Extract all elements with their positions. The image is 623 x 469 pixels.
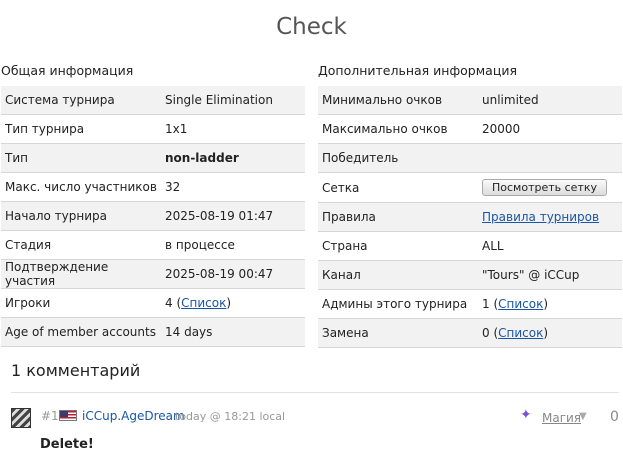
row-value: 32 bbox=[161, 172, 305, 202]
row-key: Канал bbox=[318, 260, 478, 290]
players-list-link[interactable]: Список bbox=[181, 296, 226, 310]
substitutes-count: 0 bbox=[482, 326, 490, 340]
table-row: Минимально очков unlimited bbox=[318, 86, 622, 115]
race-label[interactable]: Магия bbox=[542, 411, 581, 425]
extra-info-heading: Дополнительная информация bbox=[318, 63, 517, 78]
view-bracket-button[interactable]: Посмотреть сетку bbox=[482, 179, 607, 196]
substitutes-list-link[interactable]: Список bbox=[498, 326, 543, 340]
comment-author-link[interactable]: iCCup.AgeDream bbox=[82, 409, 185, 423]
row-key: Age of member accounts bbox=[1, 317, 161, 347]
row-key: Начало турнира bbox=[1, 201, 161, 231]
row-key: Система турнира bbox=[1, 86, 161, 115]
comment-item: #1 iCCup.AgeDream today @ 18:21 local ✦ … bbox=[11, 406, 621, 430]
row-value: 20000 bbox=[478, 114, 622, 144]
row-value: Single Elimination bbox=[161, 86, 305, 115]
divider bbox=[11, 392, 619, 393]
chevron-down-icon[interactable]: ▼ bbox=[579, 411, 587, 422]
page-title: Check bbox=[276, 14, 347, 40]
row-key: Победитель bbox=[318, 143, 478, 173]
row-key: Подтверждение участия bbox=[1, 259, 161, 289]
extra-info-panel: Дополнительная информация Минимально очк… bbox=[318, 62, 622, 348]
comment-text: Delete! bbox=[40, 437, 94, 452]
row-value: non-ladder bbox=[161, 143, 305, 173]
players-count: 4 bbox=[165, 296, 173, 310]
row-value: ALL bbox=[478, 231, 622, 261]
user-avatar[interactable] bbox=[11, 408, 31, 428]
table-row: Начало турнира 2025-08-19 01:47 bbox=[1, 201, 305, 231]
comments-heading: 1 комментарий bbox=[11, 361, 141, 380]
row-key: Замена bbox=[318, 318, 478, 348]
row-value: "Tours" @ iCCup bbox=[478, 260, 622, 290]
row-key: Стадия bbox=[1, 230, 161, 260]
comment-score: 0 bbox=[610, 409, 619, 425]
row-value: Посмотреть сетку bbox=[478, 172, 622, 203]
table-row: Игроки 4 (Список) bbox=[1, 288, 305, 318]
row-key: Страна bbox=[318, 231, 478, 261]
table-row: Админы этого турнира 1 (Список) bbox=[318, 289, 622, 319]
us-flag-icon bbox=[59, 410, 77, 421]
row-key: Игроки bbox=[1, 288, 161, 318]
row-key: Тип bbox=[1, 143, 161, 173]
row-value: 0 (Список) bbox=[478, 318, 622, 348]
row-key: Сетка bbox=[318, 172, 478, 203]
table-row: Макс. число участников 32 bbox=[1, 172, 305, 202]
rules-link[interactable]: Правила турниров bbox=[482, 210, 599, 224]
row-value: в процессе bbox=[161, 230, 305, 260]
table-row: Тип турнира 1x1 bbox=[1, 114, 305, 144]
table-row: Стадия в процессе bbox=[1, 230, 305, 260]
row-key: Тип турнира bbox=[1, 114, 161, 144]
table-row: Тип non-ladder bbox=[1, 143, 305, 173]
row-value: 1 (Список) bbox=[478, 289, 622, 319]
table-row: Система турнира Single Elimination bbox=[1, 86, 305, 115]
table-row: Канал "Tours" @ iCCup bbox=[318, 260, 622, 290]
row-value: unlimited bbox=[478, 86, 622, 115]
general-info-panel: Общая информация Система турнира Single … bbox=[1, 62, 305, 347]
table-row: Страна ALL bbox=[318, 231, 622, 261]
general-info-heading: Общая информация bbox=[1, 63, 134, 78]
row-key: Максимально очков bbox=[318, 114, 478, 144]
row-value: 14 days bbox=[161, 317, 305, 347]
row-value: 2025-08-19 00:47 bbox=[161, 259, 305, 289]
row-value: 1x1 bbox=[161, 114, 305, 144]
general-info-table: Система турнира Single Elimination Тип т… bbox=[1, 86, 305, 347]
table-row: Подтверждение участия 2025-08-19 00:47 bbox=[1, 259, 305, 289]
admins-list-link[interactable]: Список bbox=[498, 297, 543, 311]
row-value: 4 (Список) bbox=[161, 288, 305, 318]
table-row: Правила Правила турниров bbox=[318, 202, 622, 232]
row-value: Правила турниров bbox=[478, 202, 622, 232]
table-row: Сетка Посмотреть сетку bbox=[318, 172, 622, 203]
row-key: Админы этого турнира bbox=[318, 289, 478, 319]
comment-number[interactable]: #1 bbox=[41, 409, 59, 423]
magic-icon: ✦ bbox=[520, 407, 532, 423]
row-value: 2025-08-19 01:47 bbox=[161, 201, 305, 231]
row-key: Минимально очков bbox=[318, 86, 478, 115]
row-key: Правила bbox=[318, 202, 478, 232]
table-row: Age of member accounts 14 days bbox=[1, 317, 305, 347]
table-row: Победитель bbox=[318, 143, 622, 173]
row-key: Макс. число участников bbox=[1, 172, 161, 202]
table-row: Замена 0 (Список) bbox=[318, 318, 622, 348]
row-value bbox=[478, 143, 622, 173]
table-row: Максимально очков 20000 bbox=[318, 114, 622, 144]
extra-info-table: Минимально очков unlimited Максимально о… bbox=[318, 86, 622, 348]
admins-count: 1 bbox=[482, 297, 490, 311]
comment-time: today @ 18:21 local bbox=[175, 410, 286, 423]
